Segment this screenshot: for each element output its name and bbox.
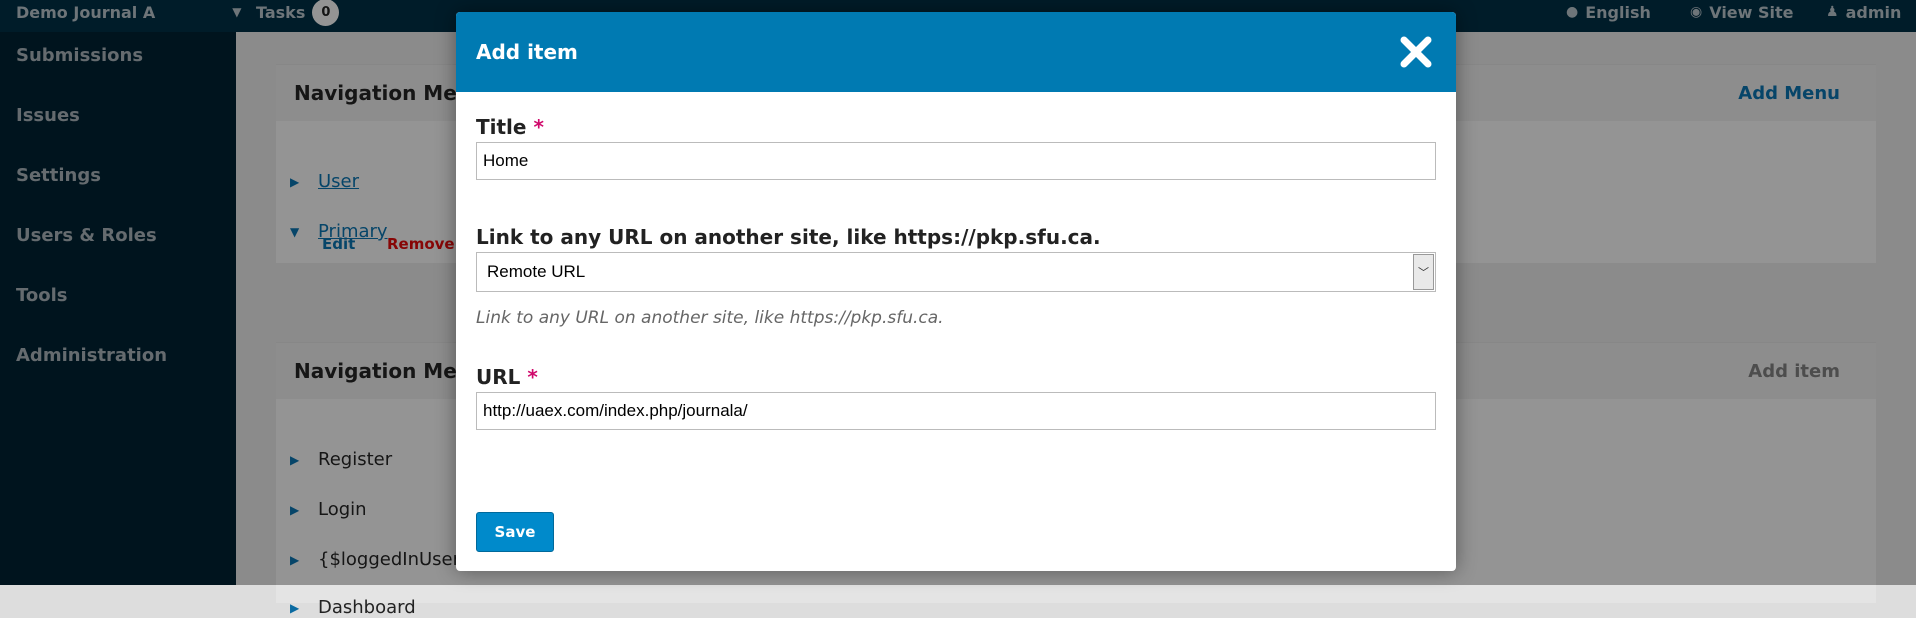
url-label-text: URL <box>476 365 521 389</box>
chevron-down-icon: ﹀ <box>1413 254 1434 290</box>
item-type-selected: Remote URL <box>487 262 586 281</box>
type-field-label: Link to any URL on another site, like ht… <box>476 225 1101 249</box>
modal-title: Add item <box>476 40 578 64</box>
title-field-label: Title * <box>476 115 544 139</box>
required-mark: * <box>527 365 538 389</box>
type-hint: Link to any URL on another site, like ht… <box>476 308 944 328</box>
item-type-select[interactable]: Remote URL ﹀ <box>476 252 1436 292</box>
title-label-text: Title <box>476 115 527 139</box>
save-button[interactable]: Save <box>476 512 554 552</box>
modal-header: Add item <box>456 12 1456 92</box>
close-icon <box>1400 36 1432 68</box>
url-input[interactable] <box>476 392 1436 430</box>
list-item[interactable]: ▶ Dashboard <box>290 597 416 618</box>
title-input[interactable] <box>476 142 1436 180</box>
item-label: Dashboard <box>318 597 416 618</box>
required-mark: * <box>533 115 544 139</box>
add-item-modal: Add item Title * Link to any URL on anot… <box>456 12 1456 571</box>
close-button[interactable] <box>1398 34 1434 70</box>
expand-icon: ▶ <box>290 600 300 615</box>
url-field-label: URL * <box>476 365 538 389</box>
